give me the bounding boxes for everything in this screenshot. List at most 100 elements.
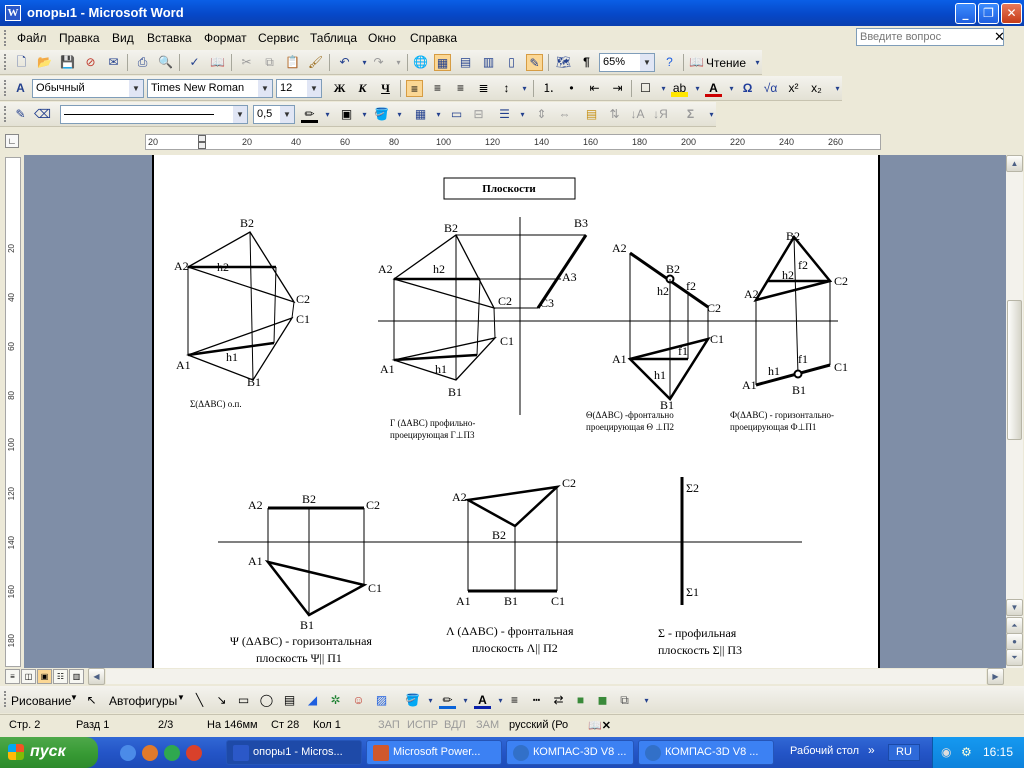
insert-excel-icon[interactable]: ▥ [480, 54, 497, 71]
help-icon[interactable]: ? [661, 54, 678, 71]
tab-stop-selector[interactable]: ∟ [5, 134, 19, 148]
text-box-icon[interactable]: ▤ [281, 692, 298, 709]
new-document-icon[interactable]: 🗋 [13, 54, 30, 71]
text-direction-icon[interactable]: ⇅ [606, 106, 623, 123]
chevrons-icon[interactable]: » [868, 743, 875, 757]
vertical-scrollbar[interactable]: ▲ ▼ ⏶ ● ⏷ [1006, 155, 1023, 668]
help-search-input[interactable]: Введите вопрос [856, 28, 1004, 46]
document-close-icon[interactable]: ✕ [994, 29, 1005, 45]
merge-cells-icon[interactable]: ▭ [448, 106, 465, 123]
chevron-down-icon[interactable]: ▼ [280, 106, 294, 123]
chevron-down-icon[interactable]: ▼ [129, 80, 143, 97]
chevron-down-icon[interactable]: ▼ [258, 80, 272, 97]
research-icon[interactable]: 📖 [209, 54, 226, 71]
next-page-icon[interactable]: ⏷ [1006, 649, 1023, 666]
show-formatting-icon[interactable]: ¶ [578, 54, 595, 71]
chevron-down-icon[interactable]: ▼ [640, 54, 654, 71]
shading-dropdown-icon[interactable]: ▾ [391, 106, 408, 123]
borders-icon[interactable]: ☐ [637, 80, 654, 97]
scroll-thumb[interactable] [1007, 300, 1022, 440]
line-style-icon[interactable]: ≡ [506, 692, 523, 709]
underline-icon[interactable]: Ч [377, 80, 394, 97]
copy-icon[interactable]: ⧉ [261, 54, 278, 71]
highlight-dropdown-icon[interactable]: ▾ [689, 80, 706, 97]
toolbar-options-icon[interactable]: ▾ [749, 54, 766, 71]
dash-style-icon[interactable]: ┅ [528, 692, 545, 709]
normal-view-icon[interactable]: ≡ [5, 669, 20, 684]
menu-help[interactable]: Справка [410, 31, 457, 45]
rectangle-tool-icon[interactable]: ▭ [235, 692, 252, 709]
permission-icon[interactable]: ⊘ [82, 54, 99, 71]
picture-icon[interactable]: ▨ [373, 692, 390, 709]
status-extend[interactable]: ВДЛ [444, 719, 466, 731]
web-view-icon[interactable]: ◫ [21, 669, 36, 684]
status-record[interactable]: ЗАП [378, 719, 400, 731]
quicklaunch-icon[interactable] [186, 745, 202, 761]
select-objects-icon[interactable]: ↖ [83, 692, 100, 709]
insert-table-icon[interactable]: ▦ [412, 106, 429, 123]
borders-dropdown-icon[interactable]: ▾ [655, 80, 672, 97]
styles-pane-icon[interactable]: A [12, 80, 29, 97]
split-cells-icon[interactable]: ⊟ [470, 106, 487, 123]
toolbar-options-icon[interactable]: ▾ [829, 80, 846, 97]
columns-icon[interactable]: ▯ [503, 54, 520, 71]
line-spacing-icon[interactable]: ↕ [498, 80, 515, 97]
close-button[interactable]: ✕ [1001, 3, 1022, 24]
show-desktop-icon[interactable] [120, 745, 136, 761]
previous-page-icon[interactable]: ⏶ [1006, 617, 1023, 634]
insert-table-dropdown-icon[interactable]: ▾ [430, 106, 447, 123]
vertical-ruler[interactable]: 20 40 60 80 100 120 140 160 180 [5, 157, 21, 667]
group-icon[interactable]: ⧉ [616, 692, 633, 709]
align-right-icon[interactable]: ≡ [452, 80, 469, 97]
symbol-omega-icon[interactable]: Ω [739, 80, 756, 97]
oval-tool-icon[interactable]: ◯ [258, 692, 275, 709]
reading-view-icon[interactable]: ▥ [69, 669, 84, 684]
format-painter-icon[interactable]: 🖌 [307, 54, 324, 71]
bold-icon[interactable]: Ж [331, 80, 348, 97]
align-left-icon[interactable]: ≡ [406, 80, 423, 97]
arrow-tool-icon[interactable]: ↘ [213, 692, 230, 709]
table-autoformat-icon[interactable]: ▤ [583, 106, 600, 123]
network-icon[interactable]: ⚙ [961, 745, 972, 759]
toolbar-options-icon[interactable]: ▾ [638, 692, 655, 709]
wordart-icon[interactable]: ◢ [304, 692, 321, 709]
menu-table[interactable]: Таблица [310, 31, 357, 45]
autosum-icon[interactable]: Σ [682, 106, 699, 123]
word-app-icon[interactable]: W [5, 5, 21, 21]
toolbar-grip[interactable] [4, 106, 7, 122]
toolbar-options-icon[interactable]: ▾ [703, 106, 720, 123]
distribute-rows-icon[interactable]: ⇕ [533, 106, 550, 123]
shadow-style-icon[interactable]: ■ [572, 692, 589, 709]
align-center-icon[interactable]: ≡ [429, 80, 446, 97]
numbering-icon[interactable]: ⒈ [540, 80, 557, 97]
redo-icon[interactable]: ↷ [370, 54, 387, 71]
increase-indent-icon[interactable]: ⇥ [609, 80, 626, 97]
font-color-icon[interactable]: A [474, 692, 491, 709]
menu-tools[interactable]: Сервис [258, 31, 299, 45]
justify-icon[interactable]: ≣ [475, 80, 492, 97]
autoshapes-menu-button[interactable]: Автофигуры [109, 694, 177, 708]
superscript-icon[interactable]: x² [785, 80, 802, 97]
read-icon[interactable]: 📖 [688, 54, 705, 71]
task-powerpoint[interactable]: Microsoft Power... [366, 740, 502, 765]
toolbar-grip[interactable] [4, 54, 7, 70]
border-color-dropdown-icon[interactable]: ▾ [319, 106, 336, 123]
chevron-down-icon[interactable]: ▼ [70, 693, 78, 702]
toolbar-grip[interactable] [4, 691, 7, 707]
drawing-toggle-icon[interactable]: ✎ [526, 54, 543, 71]
status-overtype[interactable]: ЗАМ [476, 719, 499, 731]
draw-table-icon[interactable]: ✎ [12, 106, 29, 123]
horizontal-scrollbar[interactable] [106, 669, 986, 684]
scroll-right-icon[interactable]: ▶ [987, 668, 1004, 685]
insert-table-icon[interactable]: ▤ [457, 54, 474, 71]
subscript-icon[interactable]: x₂ [808, 80, 825, 97]
undo-icon[interactable]: ↶ [336, 54, 353, 71]
minimize-button[interactable]: _ [955, 3, 976, 24]
language-indicator[interactable]: RU [888, 744, 920, 761]
menu-view[interactable]: Вид [112, 31, 134, 45]
menubar-grip[interactable] [4, 30, 7, 46]
font-select[interactable]: Times New Roman ▼ [147, 79, 273, 98]
tables-borders-icon[interactable]: ▦ [434, 54, 451, 71]
print-preview-icon[interactable]: 🔍 [157, 54, 174, 71]
bullets-icon[interactable]: • [563, 80, 580, 97]
